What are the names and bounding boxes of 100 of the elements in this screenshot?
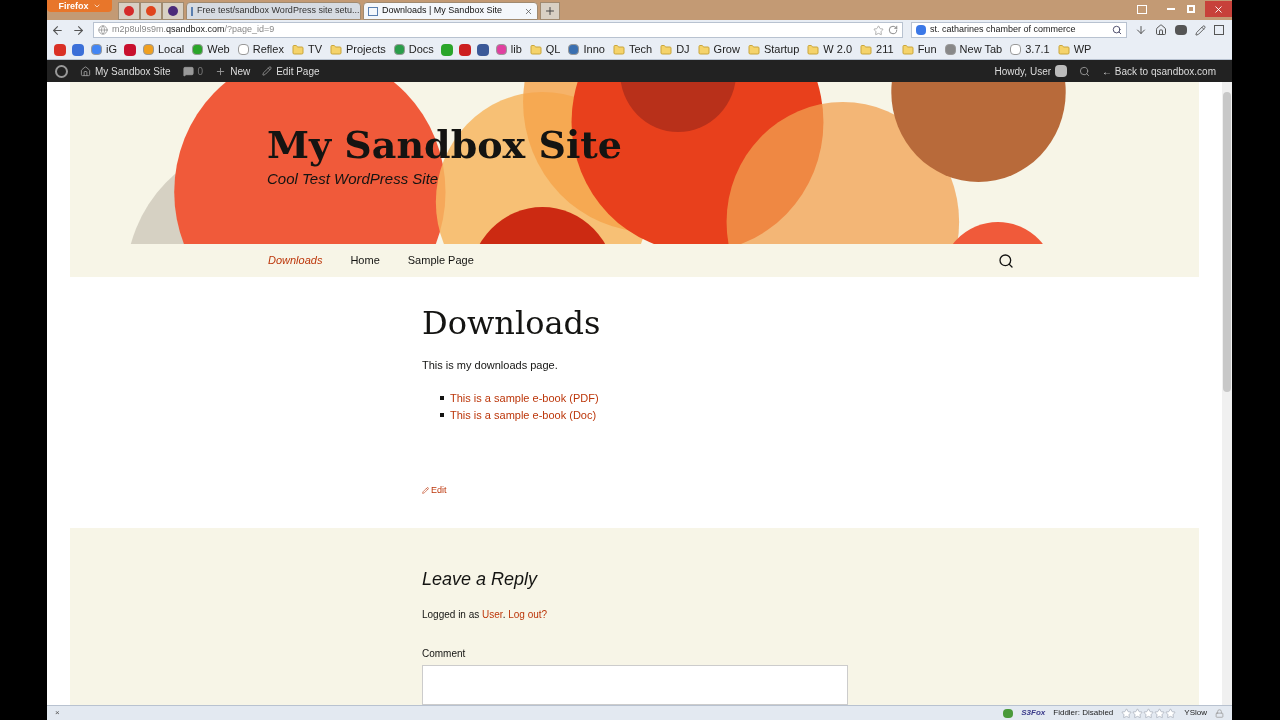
folder-icon: [660, 43, 673, 56]
bookmark-icon[interactable]: [72, 43, 84, 56]
menu-icon[interactable]: [1214, 25, 1224, 35]
star-icon: [1165, 707, 1177, 719]
new-link[interactable]: New: [215, 63, 251, 79]
star-icon: [1143, 707, 1155, 719]
bullet-icon: [440, 413, 444, 417]
bookmark-folder[interactable]: 211: [856, 41, 898, 58]
edit-page-link[interactable]: Edit Page: [262, 63, 320, 79]
bookmark-link[interactable]: 3.7.1: [1006, 41, 1054, 58]
bookmark-link[interactable]: New Tab: [940, 41, 1007, 58]
edit-link[interactable]: Edit: [422, 483, 447, 497]
search-field[interactable]: st. catharines chamber of commerce: [911, 22, 1127, 38]
forward-icon[interactable]: [72, 23, 85, 37]
bookmark-link[interactable]: Local: [139, 41, 189, 58]
pinned-tab[interactable]: [118, 2, 140, 20]
back-link[interactable]: ← Back to qsandbox.com: [1102, 63, 1216, 79]
comment-label: Comment: [422, 647, 467, 661]
url-field[interactable]: m2p8ul9s9m.qsandbox.com/?page_id=9: [93, 22, 903, 38]
admin-site-link[interactable]: My Sandbox Site: [80, 63, 171, 79]
rating-stars[interactable]: [1121, 707, 1177, 719]
search-icon[interactable]: [998, 252, 1014, 269]
browser-tab[interactable]: Downloads | My Sandbox Site: [363, 2, 538, 20]
wordpress-icon[interactable]: [55, 64, 68, 78]
bookmark-folder[interactable]: QL: [525, 41, 565, 58]
star-icon: [1154, 707, 1166, 719]
page-intro: This is my downloads page.: [422, 358, 559, 373]
reload-icon[interactable]: [888, 25, 898, 35]
star-icon[interactable]: [873, 24, 884, 36]
site-tagline: Cool Test WordPress Site: [267, 169, 440, 189]
extension-icon[interactable]: [1003, 708, 1014, 718]
pinned-tab[interactable]: [162, 2, 184, 20]
bookmark-icon[interactable]: [54, 43, 66, 56]
nav-link[interactable]: Downloads: [268, 252, 323, 269]
s3fox-label[interactable]: S3Fox: [1021, 707, 1046, 719]
lock-icon: [1215, 708, 1224, 718]
howdy-link[interactable]: Howdy, User: [994, 63, 1068, 79]
folder-icon: [807, 43, 820, 56]
bookmark-folder[interactable]: W 2.0: [803, 41, 857, 58]
download-link[interactable]: This is a sample e-book (PDF): [450, 389, 599, 407]
download-icon[interactable]: [1135, 24, 1147, 36]
close-icon[interactable]: ×: [55, 707, 60, 719]
url-text: m2p8ul9s9m.qsandbox.com/?page_id=9: [112, 23, 275, 37]
plus-icon: [215, 65, 227, 77]
bookmark-link[interactable]: Reflex: [233, 41, 288, 58]
yslow-label[interactable]: YSlow: [1184, 707, 1207, 719]
close-button[interactable]: [1205, 1, 1232, 17]
bookmark-link[interactable]: Docs: [389, 41, 438, 58]
folder-icon: [291, 43, 304, 56]
globe-icon: [98, 25, 108, 35]
folder-icon: [1057, 43, 1070, 56]
close-icon: [1213, 3, 1224, 15]
avatar-icon: [1055, 65, 1068, 77]
comment-field[interactable]: [422, 665, 848, 705]
folder-icon: [697, 43, 710, 56]
plus-icon: [544, 5, 556, 17]
bookmark-link[interactable]: Web: [188, 41, 234, 58]
bookmark-icon[interactable]: [458, 43, 471, 56]
download-link[interactable]: This is a sample e-book (Doc): [450, 406, 597, 424]
new-tab-button[interactable]: [540, 2, 560, 20]
caret-icon: [92, 2, 101, 10]
bookmark-icon[interactable]: [440, 43, 453, 56]
bookmark-folder[interactable]: Projects: [325, 41, 390, 58]
search-icon[interactable]: [1112, 25, 1122, 35]
bookmark-folder[interactable]: Tech: [608, 41, 657, 58]
window-layout-icon[interactable]: [1137, 4, 1147, 14]
folder-icon: [612, 43, 625, 56]
scrollbar[interactable]: [1222, 82, 1232, 705]
bookmark-link[interactable]: lib: [491, 41, 526, 58]
comments-link[interactable]: 0: [182, 63, 204, 79]
pencil-icon: [262, 66, 273, 76]
bookmark-folder[interactable]: Startup: [743, 41, 804, 58]
bookmark-link[interactable]: iG: [87, 41, 121, 58]
fiddler-status[interactable]: Fiddler: Disabled: [1053, 707, 1114, 719]
bookmark-folder[interactable]: TV: [287, 41, 326, 58]
folder-icon: [860, 43, 873, 56]
close-icon[interactable]: [524, 6, 533, 16]
bookmark-folder[interactable]: WP: [1053, 41, 1096, 58]
home-icon[interactable]: [1155, 24, 1167, 36]
comment-icon: [182, 65, 194, 77]
bookmark-link[interactable]: Inno: [564, 41, 609, 58]
back-icon[interactable]: [51, 23, 64, 37]
folder-icon: [329, 43, 342, 56]
folder-icon: [747, 43, 760, 56]
search-engine-icon: [916, 25, 926, 35]
nav-link[interactable]: Home: [350, 252, 380, 269]
pencil-icon[interactable]: [1195, 24, 1206, 36]
bookmark-folder[interactable]: Fun: [897, 41, 941, 58]
maximize-icon[interactable]: [1187, 5, 1195, 13]
browser-tab[interactable]: Free test/sandbox WordPress site setu...: [186, 2, 361, 20]
page-heading: Downloads: [422, 305, 602, 341]
bookmark-icon[interactable]: [476, 43, 489, 56]
bookmark-icon[interactable]: [124, 43, 136, 56]
star-icon: [1132, 707, 1144, 719]
reply-heading: Leave a Reply: [422, 568, 539, 591]
nav-link[interactable]: Sample Page: [407, 252, 474, 269]
folder-icon: [901, 43, 914, 56]
bookmark-folder[interactable]: Grow: [693, 41, 744, 58]
logged-in-text: Logged in as User. Log out?: [422, 608, 549, 622]
bookmark-folder[interactable]: DJ: [656, 41, 694, 58]
